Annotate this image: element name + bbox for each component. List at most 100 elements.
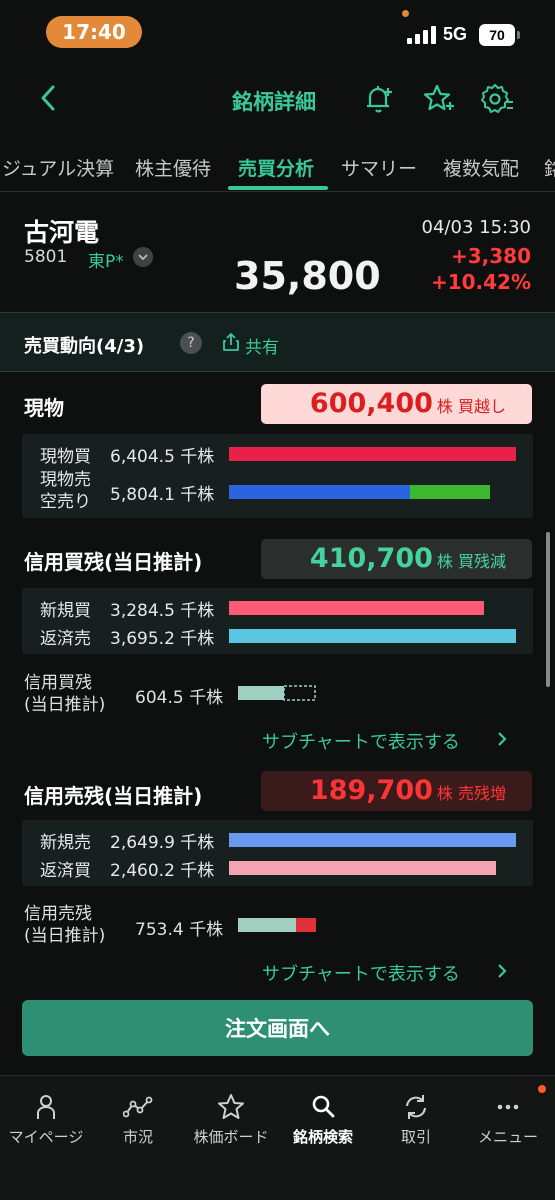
margin-buy-balance-label: 信用買残 (当日推計) [24, 672, 105, 716]
stock-name: 古河電 [24, 218, 100, 247]
bar-value: 5,804.1 千株 [110, 485, 215, 505]
star-plus-icon[interactable] [422, 82, 456, 116]
margin-buy-badge: 410,700 株 買残減 [261, 539, 532, 579]
margin-sell-balance-bar [238, 918, 316, 932]
chevron-right-icon[interactable] [496, 963, 508, 979]
margin-buy-balance-value: 604.5 千株 [135, 688, 224, 708]
recording-dot [402, 10, 409, 17]
margin-new-buy-row: 新規買 3,284.5 千株 [22, 594, 533, 621]
person-icon [37, 1095, 55, 1119]
stock-code: 5801 [24, 247, 68, 267]
price-change: +3,380 [450, 244, 531, 268]
scrollbar[interactable] [546, 532, 550, 687]
balance-label-line2: (当日推計) [24, 695, 106, 715]
tab-bar: ジュアル決算 株主優待 売買分析 サマリー 複数気配 銘 [0, 140, 555, 192]
bar-value: 6,404.5 千株 [110, 447, 215, 467]
nav-stock-search[interactable]: 銘柄検索 [277, 1092, 369, 1147]
tab-shareholder-benefits[interactable]: 株主優待 [135, 154, 211, 181]
nav-trade[interactable]: 取引 [370, 1092, 462, 1147]
nav-label: 株価ボード [193, 1128, 269, 1146]
share-icon[interactable] [222, 332, 240, 352]
bottom-nav: マイページ 市況 株価ボード 銘柄検索 取引 メニュー [0, 1075, 555, 1200]
price-datetime: 04/03 15:30 [421, 217, 531, 238]
margin-buy-bars-panel: 新規買 3,284.5 千株 返済売 3,695.2 千株 [22, 588, 533, 654]
price-change-percent: +10.42% [430, 270, 531, 294]
trade-trend-header: 売買動向(4/3) ? 共有 [0, 312, 555, 372]
more-icon [497, 1104, 519, 1110]
tab-summary[interactable]: サマリー [341, 154, 417, 181]
section-title: 売買動向(4/3) [24, 336, 145, 357]
tab-more[interactable]: 銘 [544, 154, 555, 181]
margin-sell-subchart-link[interactable]: サブチャートで表示する [262, 960, 460, 986]
margin-buy-subchart-link[interactable]: サブチャートで表示する [262, 728, 460, 754]
margin-sell-balance-value: 753.4 千株 [135, 920, 224, 940]
chart-line-icon [123, 1096, 153, 1118]
bar-label: 返済買 [40, 861, 91, 881]
battery-icon: 70 [479, 24, 515, 46]
margin-repay-sell-bar [229, 629, 516, 643]
network-label: 5G [443, 24, 468, 44]
nav-label: 取引 [400, 1128, 431, 1146]
back-icon[interactable] [36, 82, 60, 114]
balance-label-line1: 信用売残 [24, 904, 92, 924]
cash-sell-bar [229, 485, 410, 499]
refresh-icon [406, 1095, 426, 1119]
chevron-down-icon[interactable] [133, 247, 153, 267]
cash-net-unit: 株 買越し [436, 397, 506, 416]
cash-bars-panel: 現物買 6,404.5 千株 現物売 空売り 5,804.1 千株 [22, 434, 533, 518]
bar-value: 2,649.9 千株 [110, 833, 215, 853]
bell-plus-icon[interactable] [362, 82, 396, 116]
signal-icon [407, 26, 436, 44]
order-screen-button[interactable]: 注文画面へ [22, 1000, 533, 1056]
cash-buy-bar [229, 447, 516, 461]
market-selector[interactable]: 東P* [88, 247, 124, 272]
margin-repay-buy-row: 返済買 2,460.2 千株 [22, 854, 533, 881]
bar-value: 2,460.2 千株 [110, 861, 215, 881]
margin-buy-value: 410,700 [309, 543, 433, 574]
margin-buy-title: 信用買残(当日推計) [24, 550, 203, 574]
chevron-right-icon[interactable] [496, 731, 508, 747]
stock-price: 35,800 [234, 254, 381, 298]
margin-repay-sell-row: 返済売 3,695.2 千株 [22, 622, 533, 649]
nav-label: 市況 [122, 1128, 153, 1146]
tab-visual-earnings[interactable]: ジュアル決算 [2, 154, 114, 181]
margin-new-sell-row: 新規売 2,649.9 千株 [22, 826, 533, 853]
margin-sell-value: 189,700 [309, 775, 433, 806]
help-icon[interactable]: ? [180, 332, 202, 354]
tab-trade-analysis[interactable]: 売買分析 [238, 154, 314, 181]
margin-repay-buy-bar [229, 861, 496, 875]
page-title: 銘柄詳細 [232, 90, 316, 114]
margin-new-sell-bar [229, 833, 516, 847]
status-bar: 17:40 5G 70 [0, 0, 555, 64]
battery-tip [517, 31, 520, 39]
bar-value: 3,695.2 千株 [110, 629, 215, 649]
gear-icon[interactable] [480, 82, 514, 116]
balance-label-line2: (当日推計) [24, 926, 106, 946]
nav-stock-board[interactable]: 株価ボード [185, 1092, 277, 1147]
bar-label: 新規売 [40, 833, 91, 853]
cash-sell-row: 現物売 空売り 5,804.1 千株 [22, 469, 533, 516]
app-header: 銘柄詳細 [0, 70, 555, 130]
margin-sell-unit: 株 売残増 [436, 784, 506, 803]
nav-label: 銘柄検索 [292, 1128, 353, 1146]
status-time: 17:40 [46, 16, 142, 48]
bar-label: 現物売 空売り [40, 469, 91, 513]
short-sell-bar [410, 485, 490, 499]
star-icon [218, 1094, 244, 1119]
bar-label-line2: 空売り [40, 492, 91, 512]
nav-label: メニュー [477, 1128, 538, 1146]
margin-new-buy-bar [229, 601, 484, 615]
bar-label: 返済売 [40, 629, 91, 649]
cash-net-badge: 600,400 株 買越し [261, 384, 532, 424]
bar-label: 新規買 [40, 601, 91, 621]
nav-menu[interactable]: メニュー [462, 1092, 554, 1147]
cash-title: 現物 [24, 396, 64, 420]
tab-multiple-quotes[interactable]: 複数気配 [443, 154, 519, 181]
nav-market[interactable]: 市況 [92, 1092, 184, 1147]
balance-label-line1: 信用買残 [24, 673, 92, 693]
share-button[interactable]: 共有 [245, 333, 279, 358]
nav-mypage[interactable]: マイページ [0, 1092, 92, 1147]
bar-label-line1: 現物売 [40, 470, 91, 490]
active-tab-indicator [228, 186, 328, 190]
margin-sell-bars-panel: 新規売 2,649.9 千株 返済買 2,460.2 千株 [22, 820, 533, 886]
